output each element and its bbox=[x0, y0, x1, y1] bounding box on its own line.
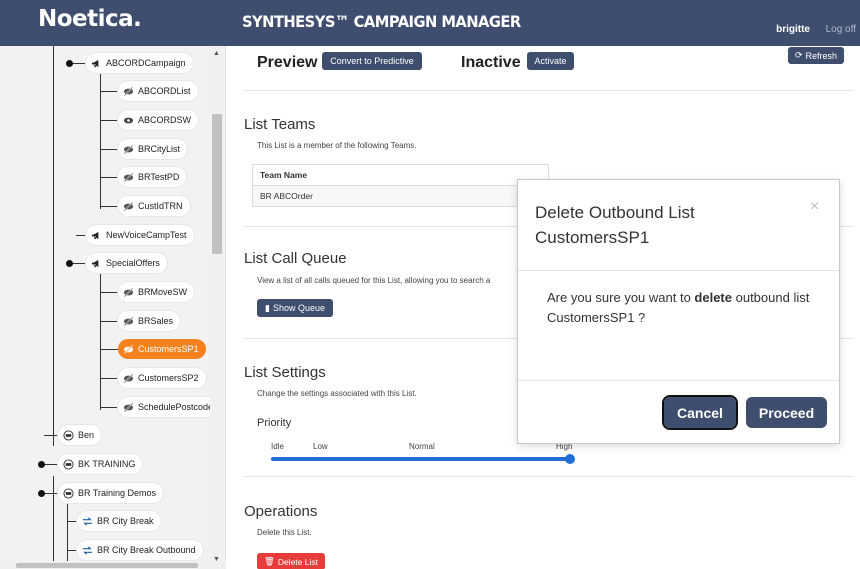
tree-node[interactable]: BRCityList bbox=[118, 139, 188, 159]
tree-node[interactable]: SchedulePostcode bbox=[118, 397, 221, 417]
tree-node[interactable]: ABCORDCampaign bbox=[86, 53, 193, 73]
app-title: SYNTHESYS™ CAMPAIGN MANAGER bbox=[242, 12, 521, 31]
collapse-toggle[interactable] bbox=[38, 461, 45, 468]
tree-node[interactable]: CustomersSP2 bbox=[118, 368, 206, 388]
operations-title: Operations bbox=[244, 503, 318, 520]
megaphone-icon bbox=[91, 58, 102, 69]
list-call-queue-desc: View a list of all calls queued for this… bbox=[257, 276, 491, 285]
table-row[interactable]: BR ABCOrder bbox=[253, 186, 548, 206]
refresh-icon: ⟳ bbox=[794, 50, 803, 60]
convert-to-predictive-button[interactable]: Convert to Predictive bbox=[322, 52, 422, 70]
collapse-toggle[interactable] bbox=[66, 260, 73, 267]
list-settings-desc: Change the settings associated with this… bbox=[257, 389, 417, 398]
table-header: Team Name bbox=[253, 165, 548, 186]
delete-confirm-dialog: Delete Outbound List CustomersSP1 × Are … bbox=[517, 179, 840, 444]
activate-button[interactable]: Activate bbox=[527, 52, 574, 70]
eye-slash-icon bbox=[123, 287, 134, 298]
tree-node[interactable]: BR Training Demos bbox=[58, 483, 164, 503]
tree-node[interactable]: ABCORDList bbox=[118, 81, 198, 101]
operations-desc: Delete this List. bbox=[257, 528, 312, 537]
list-call-queue-title: List Call Queue bbox=[244, 250, 347, 267]
collapse-toggle[interactable] bbox=[38, 490, 45, 497]
priority-slider-track[interactable] bbox=[271, 457, 571, 461]
transfer-icon bbox=[82, 545, 93, 556]
tree-line bbox=[67, 501, 68, 569]
close-icon[interactable]: × bbox=[810, 198, 819, 216]
team-icon bbox=[63, 487, 74, 499]
eye-slash-icon bbox=[123, 373, 134, 384]
priority-slider-handle[interactable] bbox=[565, 454, 575, 464]
show-queue-button[interactable]: ▮ Show Queue bbox=[257, 299, 333, 317]
megaphone-icon bbox=[91, 258, 102, 269]
priority-label: Priority bbox=[257, 417, 292, 429]
collapse-toggle[interactable] bbox=[66, 60, 73, 67]
tree-node[interactable]: CustIdTRN bbox=[118, 196, 190, 216]
username: brigitte bbox=[776, 24, 810, 35]
tree-node[interactable]: Ben bbox=[58, 425, 102, 445]
eye-slash-icon bbox=[123, 144, 134, 155]
list-settings-title: List Settings bbox=[244, 364, 326, 381]
tree-node-selected[interactable]: CustomersSP1 bbox=[118, 339, 206, 359]
eye-slash-icon bbox=[123, 201, 134, 212]
priority-tick: Idle bbox=[271, 442, 284, 451]
eye-slash-icon bbox=[123, 172, 134, 183]
scroll-up-arrow-icon[interactable]: ▲ bbox=[213, 50, 220, 57]
dialog-message: Are you sure you want to delete outbound… bbox=[547, 290, 810, 325]
top-header: Noetica. SYNTHESYS™ CAMPAIGN MANAGER bri… bbox=[0, 0, 860, 46]
team-icon bbox=[63, 429, 74, 441]
trash-icon: 🗑 bbox=[264, 556, 275, 566]
list-teams-title: List Teams bbox=[244, 116, 316, 133]
delete-list-button[interactable]: 🗑 Delete List bbox=[257, 553, 325, 569]
tree-node[interactable]: BR City Break Outbound bbox=[77, 540, 203, 560]
tree-line bbox=[53, 476, 54, 569]
tree-node[interactable]: BRMoveSW bbox=[118, 282, 195, 302]
eye-slash-icon bbox=[123, 86, 134, 97]
cancel-button[interactable]: Cancel bbox=[662, 395, 738, 430]
transfer-icon bbox=[82, 516, 93, 527]
teams-table: Team Name BR ABCOrder bbox=[252, 164, 549, 207]
status-label: Inactive bbox=[461, 54, 521, 71]
tree-line bbox=[53, 46, 54, 446]
eye-icon bbox=[123, 115, 134, 126]
team-icon bbox=[63, 458, 74, 470]
tree-line bbox=[100, 74, 101, 209]
tree-node[interactable]: SpecialOffers bbox=[86, 253, 167, 273]
tree-node[interactable]: BRTestPD bbox=[118, 167, 187, 187]
eye-slash-icon bbox=[123, 402, 134, 413]
tree-node[interactable]: ABCORDSW bbox=[118, 110, 199, 130]
sidebar-tree: ABCORDCampaign ABCORDList ABCORDSW BRCit… bbox=[0, 46, 226, 569]
list-teams-desc: This List is a member of the following T… bbox=[257, 141, 417, 150]
queue-icon: ▮ bbox=[265, 302, 270, 313]
tree-node[interactable]: NewVoiceCampTest bbox=[86, 225, 194, 245]
sidebar-scroll-thumb[interactable] bbox=[212, 114, 222, 254]
tree-node[interactable]: BR City Break bbox=[77, 511, 161, 531]
refresh-button[interactable]: ⟳ Refresh bbox=[788, 47, 844, 64]
megaphone-icon bbox=[91, 230, 102, 241]
tree-node[interactable]: BK TRAINING bbox=[58, 454, 143, 474]
logo: Noetica. bbox=[38, 6, 142, 32]
eye-slash-icon bbox=[123, 316, 134, 327]
priority-tick: Low bbox=[313, 442, 328, 451]
proceed-button[interactable]: Proceed bbox=[746, 397, 827, 428]
priority-tick: Normal bbox=[409, 442, 435, 451]
tree-node[interactable]: BRSales bbox=[118, 311, 181, 331]
eye-slash-icon bbox=[123, 344, 134, 355]
dialog-title: Delete Outbound List CustomersSP1 bbox=[535, 203, 695, 247]
logoff-link[interactable]: Log off bbox=[826, 24, 856, 35]
mode-label: Preview bbox=[257, 54, 318, 71]
sidebar-horizontal-scroll-thumb[interactable] bbox=[16, 563, 198, 568]
